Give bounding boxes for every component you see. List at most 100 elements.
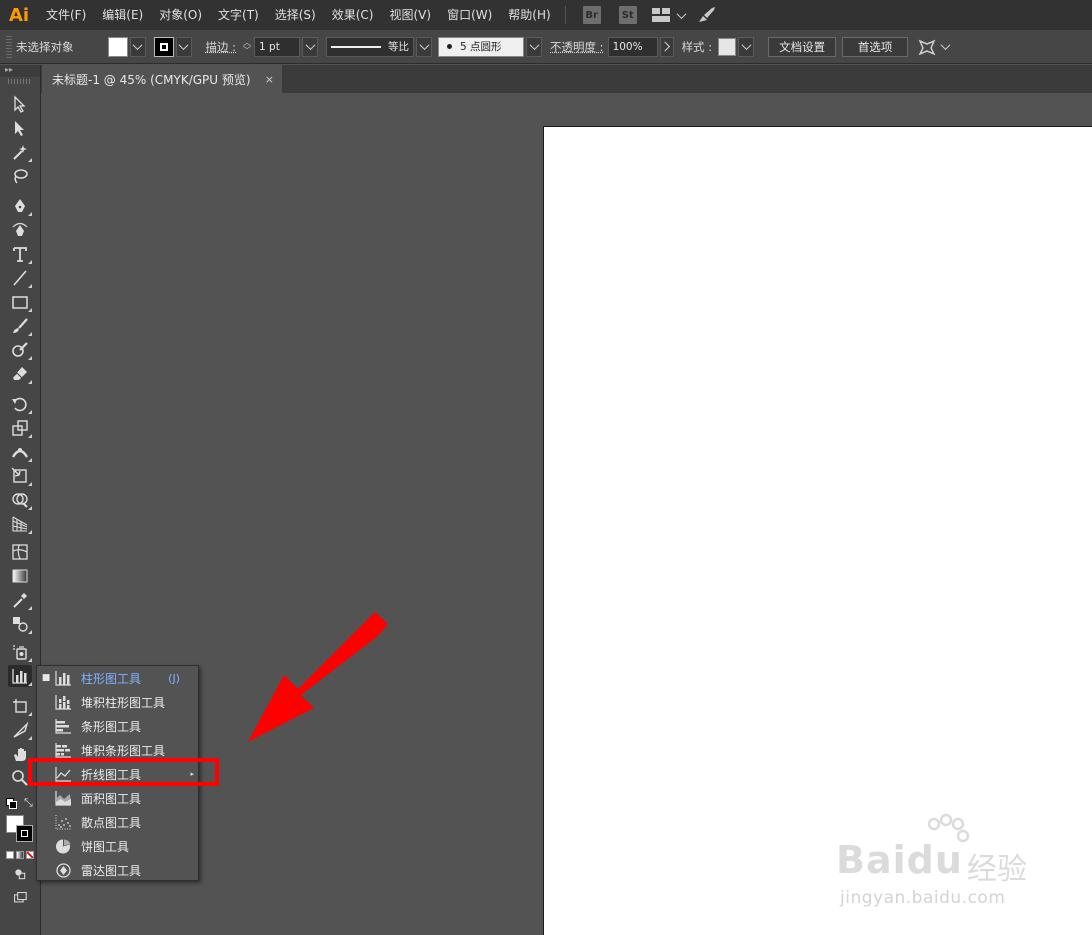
arrange-documents-button[interactable] xyxy=(918,39,951,55)
scale-tool-icon[interactable] xyxy=(8,417,32,439)
fill-dropdown[interactable] xyxy=(129,36,146,57)
fill-swatch[interactable] xyxy=(107,36,128,57)
pen-tool-icon[interactable] xyxy=(8,195,32,217)
document-tab[interactable]: 未标题-1 @ 45% (CMYK/GPU 预览) × xyxy=(42,65,282,93)
rectangle-tool-icon[interactable] xyxy=(8,291,32,313)
opacity-flyout-button[interactable] xyxy=(659,36,674,57)
stroke-profile-select[interactable]: 等比 xyxy=(326,36,415,57)
close-tab-icon[interactable]: × xyxy=(265,73,274,86)
flyout-item-radar-graph[interactable]: 雷达图工具 xyxy=(37,858,198,882)
opacity-label[interactable]: 不透明度 : xyxy=(550,39,604,55)
chevron-down-icon xyxy=(529,40,539,51)
document-setup-button[interactable]: 文档设置 xyxy=(768,36,837,57)
selection-tool-icon[interactable] xyxy=(8,93,32,115)
brush-dropdown[interactable] xyxy=(526,36,543,57)
shape-builder-tool-icon[interactable] xyxy=(8,489,32,511)
eraser-tool-icon[interactable] xyxy=(8,363,32,385)
flyout-item-stacked-column-graph[interactable]: 堆积柱形图工具 xyxy=(37,690,198,714)
toolbar-collapse-button[interactable]: ▸▸ xyxy=(0,65,40,77)
menu-edit[interactable]: 编辑(E) xyxy=(94,0,151,30)
artboard[interactable] xyxy=(543,126,1092,935)
screen-mode-icon[interactable] xyxy=(8,889,32,907)
brush-dot-icon xyxy=(447,44,453,49)
flyout-item-pie-graph[interactable]: 饼图工具 xyxy=(37,834,198,858)
drawing-mode-icon[interactable] xyxy=(8,865,32,883)
stock-button[interactable]: St xyxy=(618,6,637,24)
flyout-label: 柱形图工具 xyxy=(81,671,142,686)
radar-graph-icon xyxy=(55,861,77,879)
menu-help[interactable]: 帮助(H) xyxy=(500,0,558,30)
default-fill-stroke-icon[interactable] xyxy=(6,798,18,810)
line-segment-tool-icon[interactable] xyxy=(8,267,32,289)
flyout-item-area-graph[interactable]: 面积图工具 xyxy=(37,786,198,810)
stroke-label[interactable]: 描边 : xyxy=(206,39,237,55)
stroke-dropdown[interactable] xyxy=(175,36,192,57)
watermark-logo: Baidu xyxy=(836,838,963,882)
stroke-weight-dropdown[interactable] xyxy=(302,36,319,57)
preferences-button[interactable]: 首选项 xyxy=(842,36,909,57)
control-bar: 未选择对象 描边 : ︿ ﹀ 1 pt 等比 5 点圆形 不透明度 : 100% … xyxy=(0,30,1092,64)
workspace-layout-icon xyxy=(651,8,670,22)
stacked-column-graph-icon xyxy=(55,693,77,711)
none-button[interactable] xyxy=(26,851,34,859)
flyout-item-column-graph[interactable]: ■ 柱形图工具 (J) xyxy=(37,666,198,690)
highlight-box xyxy=(28,758,219,786)
toolbar-grip[interactable] xyxy=(8,79,32,84)
chevron-down-icon xyxy=(741,40,752,51)
width-tool-icon[interactable] xyxy=(8,441,32,463)
perspective-grid-tool-icon[interactable] xyxy=(8,513,32,535)
eyedropper-tool-icon[interactable] xyxy=(8,589,32,611)
stroke-swatch[interactable] xyxy=(153,36,174,57)
menu-effect[interactable]: 效果(C) xyxy=(324,0,382,30)
menu-object[interactable]: 对象(O) xyxy=(151,0,210,30)
flyout-label: 面积图工具 xyxy=(81,791,142,806)
flyout-label: 散点图工具 xyxy=(81,815,142,830)
symbol-sprayer-tool-icon[interactable] xyxy=(8,641,32,663)
gradient-button[interactable] xyxy=(16,851,24,859)
gradient-tool-icon[interactable] xyxy=(8,565,32,587)
stroke-weight-input[interactable]: 1 pt xyxy=(254,36,301,57)
stroke-profile-dropdown[interactable] xyxy=(416,36,433,57)
flyout-item-bar-graph[interactable]: 条形图工具 xyxy=(37,714,198,738)
color-button[interactable] xyxy=(6,851,14,859)
graphic-style-dropdown[interactable] xyxy=(738,36,755,57)
panel-grip[interactable] xyxy=(6,35,12,58)
menu-file[interactable]: 文件(F) xyxy=(38,0,94,30)
menu-separator xyxy=(564,6,566,24)
magic-wand-tool-icon[interactable] xyxy=(8,141,32,163)
lasso-tool-icon[interactable] xyxy=(8,165,32,187)
bridge-button[interactable]: Br xyxy=(582,6,601,24)
bar-graph-icon xyxy=(55,717,77,735)
free-transform-tool-icon[interactable] xyxy=(8,465,32,487)
watermark: Baidu 经验 jingyan.baidu.com xyxy=(832,813,1052,918)
curvature-tool-icon[interactable] xyxy=(8,219,32,241)
paintbrush-tool-icon[interactable] xyxy=(8,315,32,337)
slice-tool-icon[interactable] xyxy=(8,719,32,741)
stroke-weight-stepper[interactable]: ︿ ﹀ xyxy=(240,37,254,57)
column-graph-tool-icon[interactable] xyxy=(8,665,32,687)
menu-window[interactable]: 窗口(W) xyxy=(439,0,500,30)
workspace-switcher[interactable] xyxy=(651,8,687,22)
graphic-style-swatch[interactable] xyxy=(718,37,737,56)
rotate-tool-icon[interactable] xyxy=(8,393,32,415)
brush-select[interactable]: 5 点圆形 xyxy=(438,36,525,57)
blend-tool-icon[interactable] xyxy=(8,613,32,635)
shaper-tool-icon[interactable] xyxy=(8,339,32,361)
menu-type[interactable]: 文字(T) xyxy=(210,0,267,30)
swap-fill-stroke-icon[interactable]: ⤡ xyxy=(24,796,33,810)
color-mode-buttons xyxy=(6,851,34,859)
opacity-input[interactable]: 100% xyxy=(607,36,658,57)
menu-select[interactable]: 选择(S) xyxy=(267,0,324,30)
flyout-label: 堆积条形图工具 xyxy=(81,743,166,758)
menu-view[interactable]: 视图(V) xyxy=(381,0,439,30)
stroke-color-swatch[interactable] xyxy=(16,825,33,842)
document-tab-bar: 未标题-1 @ 45% (CMYK/GPU 预览) × xyxy=(41,65,1092,93)
mesh-tool-icon[interactable] xyxy=(8,541,32,563)
direct-selection-tool-icon[interactable] xyxy=(8,117,32,139)
type-tool-icon[interactable] xyxy=(8,243,32,265)
flyout-item-scatter-graph[interactable]: 散点图工具 xyxy=(37,810,198,834)
gpu-performance-button[interactable] xyxy=(697,6,717,24)
scatter-graph-icon xyxy=(55,813,77,831)
pie-graph-icon xyxy=(55,837,77,855)
artboard-tool-icon[interactable] xyxy=(8,695,32,717)
